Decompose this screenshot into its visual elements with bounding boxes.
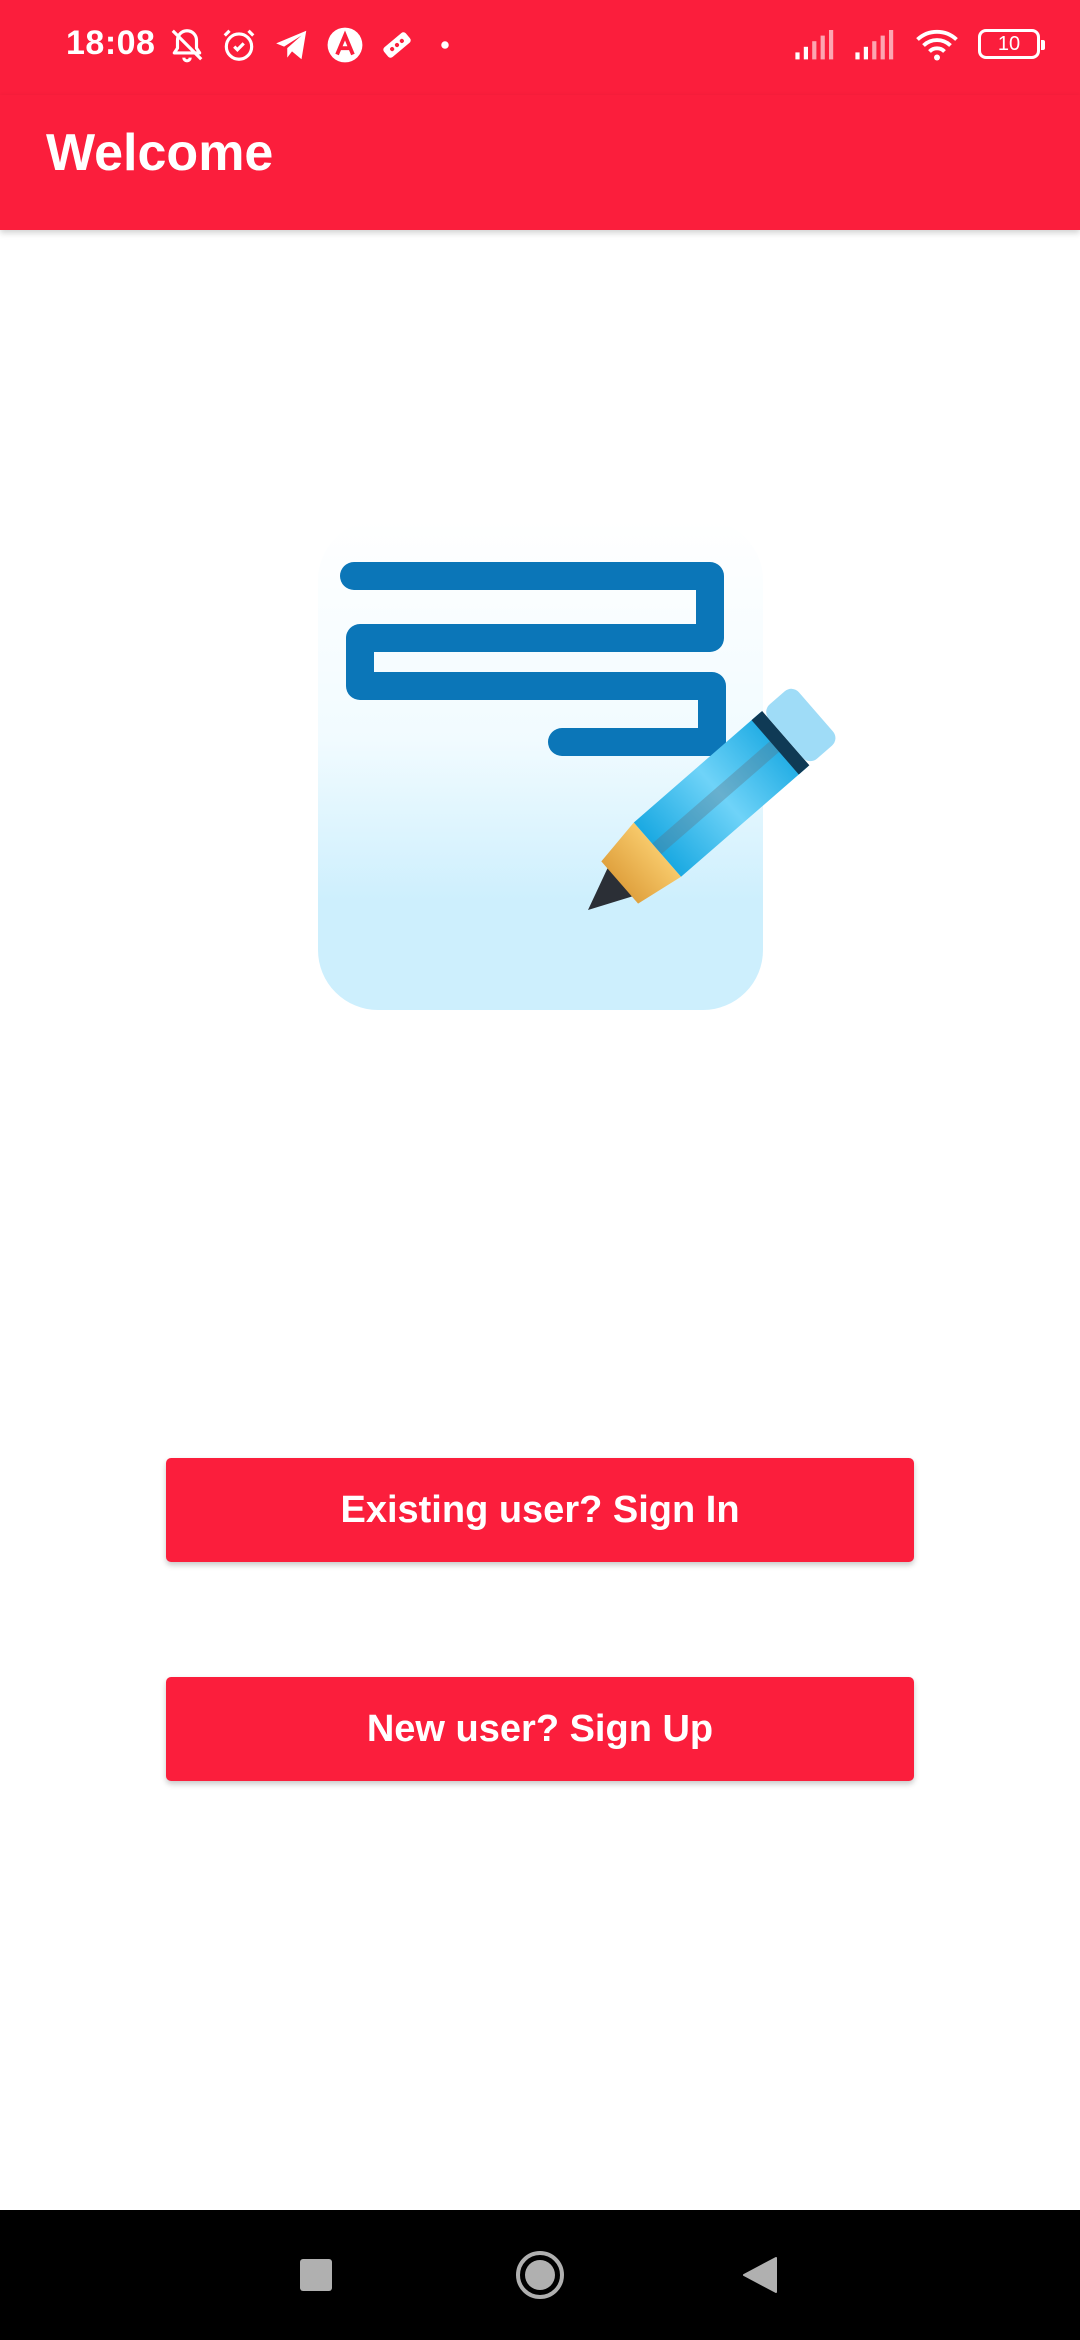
signal-icon bbox=[855, 30, 894, 60]
recents-square-icon bbox=[300, 2259, 332, 2291]
sign-up-button[interactable]: New user? Sign Up bbox=[166, 1677, 914, 1781]
home-circle-icon bbox=[516, 2251, 564, 2299]
page-title: Welcome bbox=[46, 124, 274, 182]
alarm-icon bbox=[223, 29, 255, 61]
signal-icon bbox=[795, 30, 834, 60]
welcome-screen: 18:08 10 Welcome Existing user? Sign In … bbox=[0, 0, 1080, 2340]
telegram-icon bbox=[276, 30, 307, 60]
dot-icon bbox=[441, 41, 449, 49]
battery-level: 10 bbox=[997, 32, 1021, 55]
home-button[interactable] bbox=[470, 2210, 610, 2340]
battery-icon: 10 bbox=[978, 29, 1045, 59]
back-button[interactable] bbox=[690, 2210, 830, 2340]
app-a-icon bbox=[327, 27, 363, 63]
status-system-icons: 10 bbox=[794, 26, 1045, 62]
wifi-icon bbox=[916, 29, 958, 61]
status-time: 18:08 bbox=[66, 24, 156, 62]
note-pencil-logo-icon bbox=[318, 520, 836, 1010]
status-bar: 18:08 10 bbox=[0, 0, 1080, 95]
status-notification-icons bbox=[168, 26, 460, 64]
ticket-icon bbox=[383, 32, 411, 58]
recents-button[interactable] bbox=[246, 2210, 386, 2340]
back-triangle-icon bbox=[743, 2257, 777, 2293]
app-bar: Welcome bbox=[0, 95, 1080, 230]
sign-in-button[interactable]: Existing user? Sign In bbox=[166, 1458, 914, 1562]
system-nav-bar bbox=[0, 2210, 1080, 2340]
bell-off-icon bbox=[171, 29, 203, 63]
